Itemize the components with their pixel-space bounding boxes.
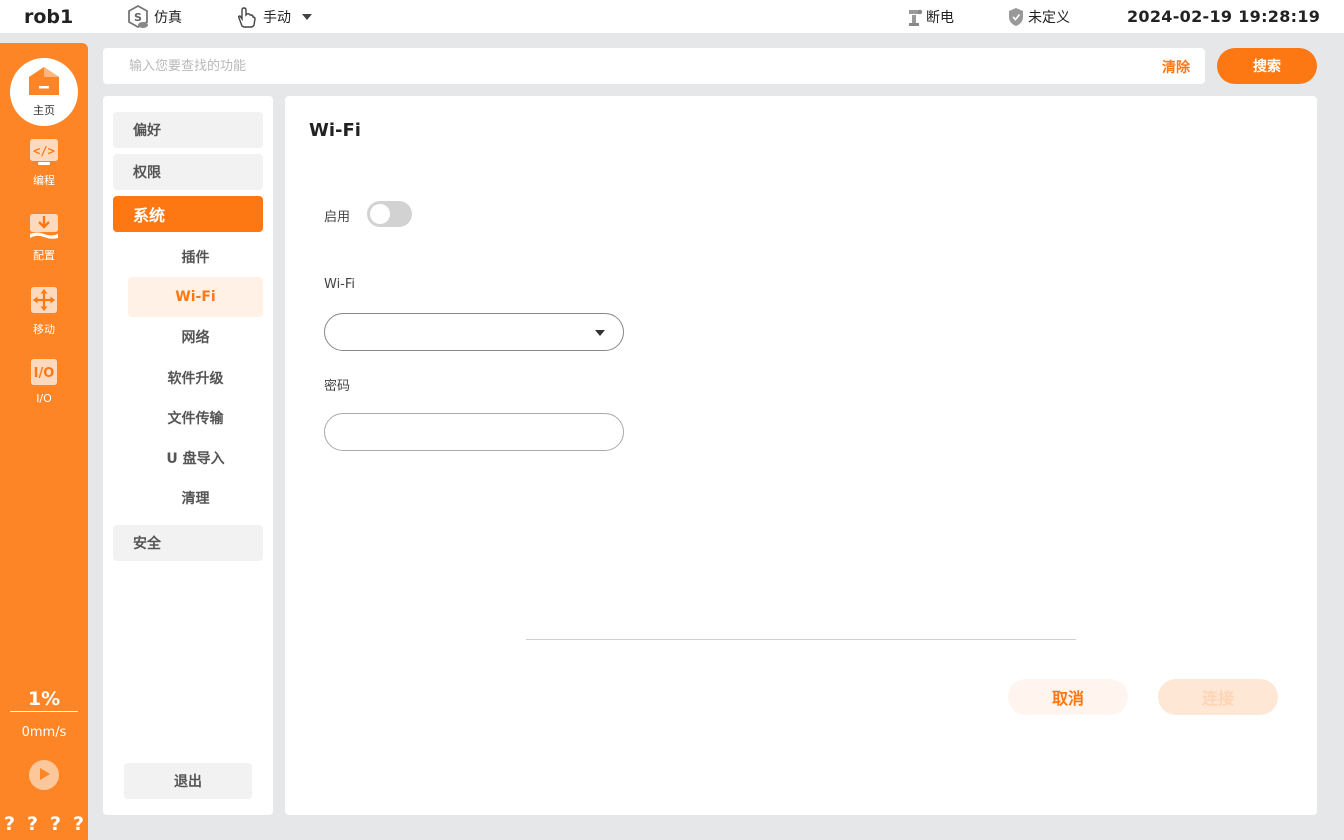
config-download-icon (29, 212, 59, 243)
menu-item-wifi[interactable]: Wi-Fi (128, 277, 263, 317)
nav-label: 编程 (33, 174, 55, 187)
nav-config[interactable]: 配置 (0, 212, 88, 263)
menu-category-system[interactable]: 系统 (113, 196, 263, 232)
svg-text:S: S (134, 11, 142, 24)
io-icon: I/O (30, 359, 58, 388)
home-label: 主页 (33, 104, 55, 117)
power-status[interactable]: 断电 (906, 0, 954, 33)
menu-category-permissions[interactable]: 权限 (113, 154, 263, 190)
divider (526, 639, 1076, 640)
cancel-button[interactable]: 取消 (1008, 679, 1128, 715)
menu-item-cleanup[interactable]: 清理 (128, 478, 263, 518)
status-mark: ? (49, 813, 61, 835)
play-icon (37, 766, 51, 785)
menu-category-preferences[interactable]: 偏好 (113, 112, 263, 148)
robot-arm-icon (906, 7, 924, 27)
robot-name: rob1 (24, 6, 74, 28)
search-button[interactable]: 搜索 (1217, 48, 1317, 84)
logout-button[interactable]: 退出 (124, 763, 252, 799)
chevron-down-icon (301, 13, 313, 21)
speed-percent[interactable]: 1% (10, 688, 78, 712)
settings-menu: 偏好 权限 系统 插件 Wi-Fi 网络 软件升级 文件传输 U 盘导入 清理 … (103, 96, 273, 815)
home-button[interactable]: 主页 (10, 58, 78, 126)
svg-text:I/O: I/O (34, 366, 55, 381)
safety-label: 未定义 (1028, 9, 1070, 26)
mode-dropdown[interactable]: 手动 (235, 0, 313, 33)
wifi-enable-toggle[interactable] (367, 201, 412, 227)
status-mark: ? (72, 813, 84, 835)
nav-label: 配置 (33, 249, 55, 262)
password-field[interactable] (341, 423, 601, 443)
search-input[interactable] (129, 56, 1129, 76)
enable-label: 启用 (324, 210, 351, 225)
status-mark: ? (4, 813, 16, 835)
nav-label: I/O (36, 392, 52, 405)
power-label: 断电 (926, 9, 954, 26)
nav-move[interactable]: 移动 (0, 286, 88, 337)
top-bar: rob1 S 仿真 手动 断电 未定义 2024-02-19 19:28:19 (0, 0, 1344, 33)
simulation-icon: S (126, 4, 150, 29)
code-icon: </> (30, 139, 58, 168)
connect-button[interactable]: 连接 (1158, 679, 1278, 715)
simulation-indicator[interactable]: S 仿真 (126, 0, 182, 33)
speed-value: 0mm/s (21, 725, 67, 740)
hand-icon (235, 6, 259, 28)
menu-item-network[interactable]: 网络 (128, 317, 263, 357)
status-marks: ? ? ? ? (4, 813, 88, 835)
menu-item-usb-import[interactable]: U 盘导入 (128, 438, 263, 478)
status-mark: ? (26, 813, 39, 835)
move-arrows-icon (30, 286, 58, 317)
password-label: 密码 (324, 379, 351, 394)
svg-text:</>: </> (33, 144, 55, 158)
play-button[interactable] (29, 760, 59, 790)
mode-label: 手动 (263, 9, 291, 26)
safety-status[interactable]: 未定义 (1008, 0, 1070, 33)
nav-programming[interactable]: </> 编程 (0, 139, 88, 188)
home-icon (28, 66, 60, 100)
nav-io[interactable]: I/O I/O (0, 359, 88, 405)
main-sidebar: 主页 </> 编程 配置 移动 I/O I/O 1% 0mm/s ? ? ? ? (0, 43, 88, 840)
menu-category-safety[interactable]: 安全 (113, 525, 263, 561)
datetime: 2024-02-19 19:28:19 (1127, 7, 1321, 26)
password-field-wrapper (324, 413, 624, 451)
wifi-settings-panel: Wi-Fi 启用 Wi-Fi 密码 取消 连接 (285, 96, 1317, 815)
nav-label: 移动 (33, 323, 55, 336)
menu-item-file-transfer[interactable]: 文件传输 (128, 398, 263, 438)
wifi-network-select[interactable] (324, 313, 624, 351)
clear-button[interactable]: 清除 (1162, 57, 1190, 77)
page-title: Wi-Fi (309, 120, 361, 141)
toggle-knob (370, 204, 390, 224)
menu-item-plugins[interactable]: 插件 (128, 237, 263, 277)
shield-icon (1008, 7, 1024, 27)
menu-item-software-upgrade[interactable]: 软件升级 (128, 358, 263, 398)
search-bar: 清除 (103, 48, 1205, 84)
simulation-label: 仿真 (154, 9, 182, 26)
wifi-network-label: Wi-Fi (324, 277, 356, 292)
caret-down-icon (595, 330, 605, 336)
